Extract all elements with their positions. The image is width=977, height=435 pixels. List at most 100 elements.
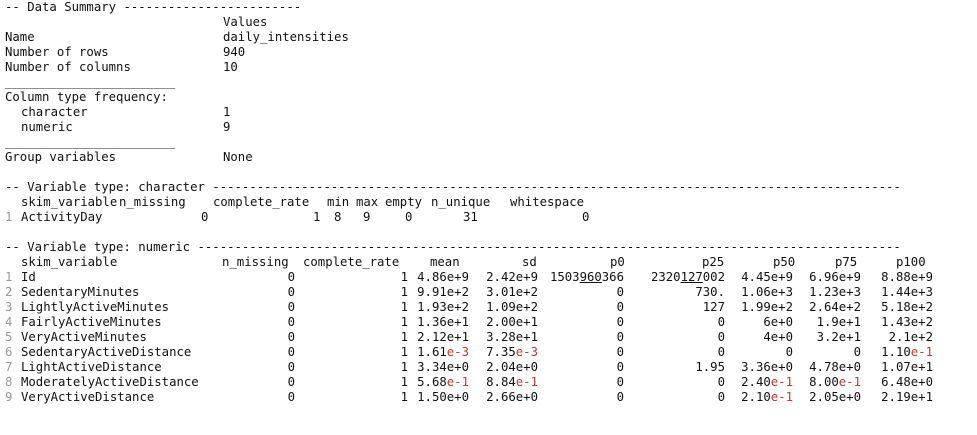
cell-sd: 2.00e+1	[486, 315, 538, 329]
col-type-name: character	[21, 105, 88, 119]
col-header-skim-variable: skim_variable	[21, 195, 118, 209]
cell-p25: 0	[717, 330, 725, 344]
summary-separator-2: _______________________	[5, 135, 975, 150]
cell-mean: 1.93e+2	[417, 300, 469, 314]
summary-row-name: Name daily_intensities	[5, 30, 975, 45]
table-row: 7 LightActiveDistance 0 1 3.34e+0 2.04e+0 0 1.9…	[5, 360, 975, 375]
col-header-n-missing: n_missing	[222, 255, 289, 269]
cell-mean: 9.91e+2	[417, 285, 469, 299]
group-variables-row: Group variables None	[5, 150, 975, 165]
summary-row-value: 10	[223, 60, 238, 74]
cell-complete-rate: 1	[400, 345, 408, 359]
cell-p25: 0	[717, 390, 725, 404]
character-section-header: -- Variable type: character ------------…	[5, 180, 975, 195]
cell-p0: 1503960366	[549, 270, 624, 284]
cell-n-missing: 0	[287, 330, 295, 344]
col-header-min: min	[327, 195, 350, 209]
cell-sd: 2.42e+9	[486, 270, 538, 284]
col-type-numeric: numeric 9	[5, 120, 975, 135]
cell-p25: 2320127002	[650, 270, 725, 284]
cell-min: 8	[334, 210, 342, 224]
summary-row-value: daily_intensities	[223, 30, 349, 44]
cell-skim-variable: LightActiveDistance	[21, 360, 162, 374]
cell-n-missing: 0	[287, 375, 295, 389]
cell-p100: 2.1e+2	[888, 330, 933, 344]
cell-p75: 8.00e-1	[809, 375, 861, 389]
cell-whitespace: 0	[582, 210, 590, 224]
cell-p50: 1.06e+3	[741, 285, 793, 299]
cell-p100: 1.07e+1	[881, 360, 933, 374]
col-header-skim-variable: skim_variable	[21, 255, 118, 269]
table-row: 5 VeryActiveMinutes 0 1 2.12e+1 3.28e+1 0 0 4e+0…	[5, 330, 975, 345]
cell-complete-rate: 1	[400, 390, 408, 404]
col-type-count: 9	[223, 120, 231, 134]
cell-p25: 0	[717, 315, 725, 329]
col-header-max: max	[356, 195, 379, 209]
cell-p50: 2.10e-1	[741, 390, 793, 404]
separator-text: _______________________	[5, 135, 176, 149]
col-header-mean: mean	[430, 255, 460, 269]
cell-p25: 0	[717, 375, 725, 389]
cell-mean: 1.36e+1	[417, 315, 469, 329]
cell-n-missing: 0	[287, 345, 295, 359]
summary-values-header-line: Values	[5, 15, 975, 30]
col-header-n-missing: n_missing	[119, 195, 186, 209]
cell-p75: 1.23e+3	[809, 285, 861, 299]
cell-n-missing: 0	[287, 315, 295, 329]
cell-p0: 0	[616, 285, 624, 299]
cell-n-missing: 0	[287, 360, 295, 374]
cell-p100: 6.48e+0	[881, 375, 933, 389]
cell-p50: 4e+0	[763, 330, 793, 344]
cell-complete-rate: 1	[400, 375, 408, 389]
row-index: 1	[5, 270, 13, 284]
cell-p100: 5.18e+2	[881, 300, 933, 314]
cell-empty: 0	[405, 210, 413, 224]
cell-mean: 4.86e+9	[417, 270, 469, 284]
table-row: 4 FairlyActiveMinutes 0 1 1.36e+1 2.00e+1 0 0 6e…	[5, 315, 975, 330]
row-index: 9	[5, 390, 13, 404]
col-header-sd: sd	[522, 255, 537, 269]
numeric-header-text: -- Variable type: numeric --------------…	[5, 240, 901, 254]
col-header-p25: p25	[702, 255, 725, 269]
col-header-whitespace: whitespace	[510, 195, 585, 209]
data-summary-header: -- Data Summary ------------------------	[5, 0, 975, 15]
cell-mean: 2.12e+1	[417, 330, 469, 344]
cell-p75: 6.96e+9	[809, 270, 861, 284]
summary-row-label: Number of rows	[5, 45, 109, 59]
cell-p25: 1.95	[695, 360, 725, 374]
cell-p25: 730.	[695, 285, 725, 299]
cell-mean: 5.68e-1	[417, 375, 469, 389]
summary-values-header: Values	[223, 15, 268, 29]
summary-row-label: Number of columns	[5, 60, 131, 74]
cell-p100: 8.88e+9	[881, 270, 933, 284]
table-row: 9 VeryActiveDistance 0 1 1.50e+0 2.66e+0 0 0 2.1…	[5, 390, 975, 405]
table-row: 8 ModeratelyActiveDistance 0 1 5.68e-1 8.84e-…	[5, 375, 975, 390]
cell-p75: 0	[853, 345, 861, 359]
col-type-character: character 1	[5, 105, 975, 120]
cell-max: 9	[363, 210, 371, 224]
col-type-frequency-label: Column type frequency:	[5, 90, 975, 105]
cell-n-missing: 0	[287, 300, 295, 314]
cell-sd: 3.01e+2	[486, 285, 538, 299]
cell-p50: 4.45e+9	[741, 270, 793, 284]
table-row: 3 LightlyActiveMinutes 0 1 1.93e+2 1.09e+2 0 12…	[5, 300, 975, 315]
cell-p100: 2.19e+1	[881, 390, 933, 404]
cell-p50: 0	[785, 345, 793, 359]
cell-p0: 0	[616, 375, 624, 389]
cell-sd: 1.09e+2	[486, 300, 538, 314]
row-index: 4	[5, 315, 13, 329]
table-row: 1 ActivityDay 0 1 8 9 0 31 0	[5, 210, 975, 225]
cell-n-missing: 0	[287, 270, 295, 284]
row-index: 2	[5, 285, 13, 299]
cell-p75: 1.9e+1	[816, 315, 861, 329]
cell-mean: 1.50e+0	[417, 390, 469, 404]
cell-skim-variable: LightlyActiveMinutes	[21, 300, 170, 314]
cell-p0: 0	[616, 360, 624, 374]
cell-skim-variable: ActivityDay	[21, 210, 103, 224]
data-summary-header-text: -- Data Summary ------------------------	[5, 0, 302, 14]
group-variables-value: None	[223, 150, 253, 164]
cell-p0: 0	[616, 390, 624, 404]
table-row: 2 SedentaryMinutes 0 1 9.91e+2 3.01e+2 0 730. 1.…	[5, 285, 975, 300]
table-row: 6 SedentaryActiveDistance 0 1 1.61e-3 7.35e-3…	[5, 345, 975, 360]
cell-skim-variable: ModeratelyActiveDistance	[21, 375, 199, 389]
